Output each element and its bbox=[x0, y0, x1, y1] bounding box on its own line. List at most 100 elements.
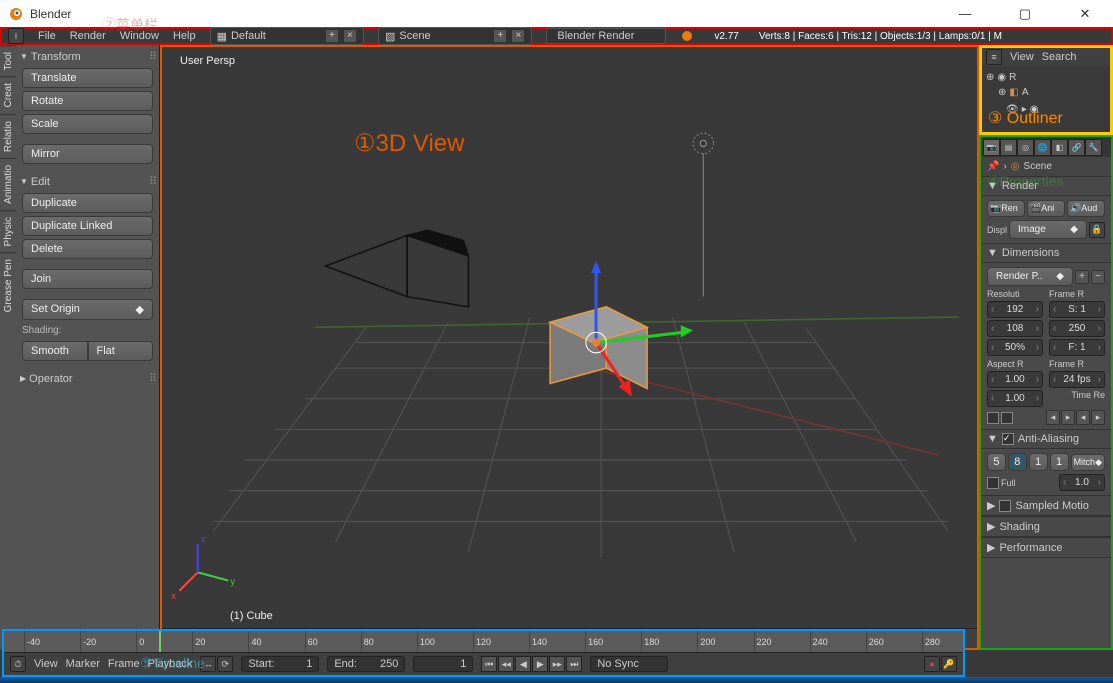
res-y-field[interactable]: 108 bbox=[987, 320, 1043, 337]
viewport-canvas[interactable]: y x z User Persp ①3D View (1) Cube bbox=[162, 47, 977, 628]
performance-header[interactable]: ▶Performance bbox=[981, 537, 1111, 558]
frame-end-field[interactable]: 250 bbox=[1049, 320, 1105, 337]
add-layout-button[interactable]: + bbox=[325, 29, 339, 43]
pin-icon[interactable]: 📌 bbox=[987, 161, 999, 172]
duplicate-linked-button[interactable]: Duplicate Linked bbox=[22, 216, 153, 236]
minimize-button[interactable]: — bbox=[945, 1, 985, 26]
translate-button[interactable]: Translate bbox=[22, 68, 153, 88]
time-remap-arrows[interactable]: ◂▸◂▸ bbox=[1046, 410, 1105, 425]
editor-type-icon[interactable]: i bbox=[8, 28, 24, 44]
ptab-render[interactable]: 📷 bbox=[983, 139, 1000, 156]
res-pct-field[interactable]: 50% bbox=[987, 339, 1043, 356]
sampled-motion-header[interactable]: ▶Sampled Motio bbox=[981, 495, 1111, 516]
fps-field[interactable]: 24 fps bbox=[1049, 371, 1105, 388]
crop-check[interactable] bbox=[1001, 412, 1013, 424]
layout-selector[interactable]: ▦ Default + × bbox=[210, 27, 364, 45]
tl-menu-frame[interactable]: Frame bbox=[108, 658, 140, 670]
vtab-create[interactable]: Creat bbox=[0, 76, 16, 113]
duplicate-button[interactable]: Duplicate bbox=[22, 193, 153, 213]
tl-follow-icon[interactable]: ⟳ bbox=[217, 656, 233, 672]
vtab-physics[interactable]: Physic bbox=[0, 210, 16, 252]
tl-menu-marker[interactable]: Marker bbox=[66, 658, 100, 670]
operator-panel-header[interactable]: ▶Operator⠿ bbox=[18, 369, 157, 388]
close-button[interactable]: ✕ bbox=[1065, 1, 1105, 26]
sync-mode-dropdown[interactable]: No Sync bbox=[590, 656, 668, 672]
border-check[interactable] bbox=[987, 412, 999, 424]
set-origin-dropdown[interactable]: Set Origin◆ bbox=[22, 299, 153, 320]
scale-button[interactable]: Scale bbox=[22, 114, 153, 134]
flat-button[interactable]: Flat bbox=[88, 341, 154, 361]
aa-11[interactable]: 1 bbox=[1029, 453, 1048, 471]
vtab-animation[interactable]: Animatio bbox=[0, 158, 16, 210]
remove-preset-button[interactable]: − bbox=[1091, 270, 1105, 284]
aa-section-header[interactable]: ▼Anti-Aliasing bbox=[981, 429, 1111, 449]
full-sample-check[interactable] bbox=[987, 477, 999, 489]
maximize-button[interactable]: ▢ bbox=[1005, 1, 1045, 26]
frame-start-field[interactable]: S: 1 bbox=[1049, 301, 1105, 318]
frame-step-field[interactable]: F: 1 bbox=[1049, 339, 1105, 356]
rotate-button[interactable]: Rotate bbox=[22, 91, 153, 111]
keyframe-prev-button[interactable]: ◂◂ bbox=[498, 656, 514, 672]
aa-8[interactable]: 8 bbox=[1008, 453, 1027, 471]
start-frame-field[interactable]: Start:1 bbox=[241, 656, 319, 672]
add-scene-button[interactable]: + bbox=[493, 29, 507, 43]
remove-scene-button[interactable]: × bbox=[511, 29, 525, 43]
ptab-constraints[interactable]: 🔗 bbox=[1068, 139, 1085, 156]
aspect-x-field[interactable]: 1.00 bbox=[987, 371, 1043, 388]
dimensions-section-header[interactable]: ▼Dimensions bbox=[981, 243, 1111, 263]
mirror-button[interactable]: Mirror bbox=[22, 144, 153, 164]
timeline-editor-icon[interactable]: ⏱ bbox=[10, 656, 26, 672]
timeline-ruler[interactable]: -40-200204060801001201401601802002202402… bbox=[4, 631, 963, 653]
aa-5[interactable]: 5 bbox=[987, 453, 1006, 471]
tl-menu-view[interactable]: View bbox=[34, 658, 58, 670]
timeline-cursor[interactable] bbox=[159, 631, 161, 652]
vtab-grease[interactable]: Grease Pen bbox=[0, 252, 16, 318]
scene-crumb[interactable]: Scene bbox=[1024, 161, 1052, 172]
menu-render[interactable]: Render bbox=[70, 30, 106, 42]
scene-selector[interactable]: ▧ Scene + × bbox=[378, 27, 532, 45]
smooth-button[interactable]: Smooth bbox=[22, 341, 88, 361]
display-mode-dropdown[interactable]: Image◆ bbox=[1009, 220, 1087, 239]
ptab-scene[interactable]: ◎ bbox=[1017, 139, 1034, 156]
sampled-motion-toggle[interactable] bbox=[999, 500, 1011, 512]
aa-toggle[interactable] bbox=[1002, 433, 1014, 445]
keyframe-next-button[interactable]: ▸▸ bbox=[549, 656, 565, 672]
menu-file[interactable]: File bbox=[38, 30, 56, 42]
outliner-editor-icon[interactable]: ≡ bbox=[986, 49, 1002, 65]
render-anim-button[interactable]: 🎬Ani bbox=[1027, 200, 1065, 217]
play-button[interactable]: ▶ bbox=[532, 656, 548, 672]
jump-end-button[interactable]: ⏭ bbox=[566, 656, 582, 672]
jump-start-button[interactable]: ⏮ bbox=[481, 656, 497, 672]
render-audio-button[interactable]: 🔊Aud bbox=[1067, 200, 1105, 217]
end-frame-field[interactable]: End:250 bbox=[327, 656, 405, 672]
aa-16[interactable]: 1 bbox=[1050, 453, 1069, 471]
aspect-y-field[interactable]: 1.00 bbox=[987, 390, 1043, 407]
shading-header[interactable]: ▶Shading bbox=[981, 516, 1111, 537]
add-preset-button[interactable]: + bbox=[1075, 270, 1089, 284]
outliner-menu-view[interactable]: View bbox=[1010, 51, 1034, 63]
aa-filter-dropdown[interactable]: Mitch◆ bbox=[1071, 454, 1105, 471]
aa-size-field[interactable]: 1.0 bbox=[1059, 474, 1105, 491]
render-button[interactable]: 📷Ren bbox=[987, 200, 1025, 217]
ptab-modifiers[interactable]: 🔧 bbox=[1085, 139, 1102, 156]
res-x-field[interactable]: 192 bbox=[987, 301, 1043, 318]
transform-panel-header[interactable]: ▼Transform⠿ bbox=[18, 47, 157, 66]
play-reverse-button[interactable]: ◀ bbox=[515, 656, 531, 672]
render-engine-selector[interactable]: Blender Render bbox=[546, 28, 666, 44]
menu-help[interactable]: Help bbox=[173, 30, 196, 42]
vtab-relations[interactable]: Relatio bbox=[0, 114, 16, 158]
keying-icon[interactable]: 🔑 bbox=[941, 656, 957, 672]
current-frame-field[interactable]: 1 bbox=[413, 656, 473, 672]
delete-button[interactable]: Delete bbox=[22, 239, 153, 259]
outliner-menu-search[interactable]: Search bbox=[1042, 51, 1077, 63]
join-button[interactable]: Join bbox=[22, 269, 153, 289]
ptab-object[interactable]: ◧ bbox=[1051, 139, 1068, 156]
vtab-tool[interactable]: Tool bbox=[0, 45, 16, 76]
lock-icon[interactable]: 🔒 bbox=[1089, 222, 1105, 238]
ptab-layers[interactable]: ▤ bbox=[1000, 139, 1017, 156]
render-preset-dropdown[interactable]: Render P..◆ bbox=[987, 267, 1073, 286]
autokey-icon[interactable]: ● bbox=[924, 656, 940, 672]
edit-panel-header[interactable]: ▼Edit⠿ bbox=[18, 172, 157, 191]
remove-layout-button[interactable]: × bbox=[343, 29, 357, 43]
ptab-world[interactable]: 🌐 bbox=[1034, 139, 1051, 156]
